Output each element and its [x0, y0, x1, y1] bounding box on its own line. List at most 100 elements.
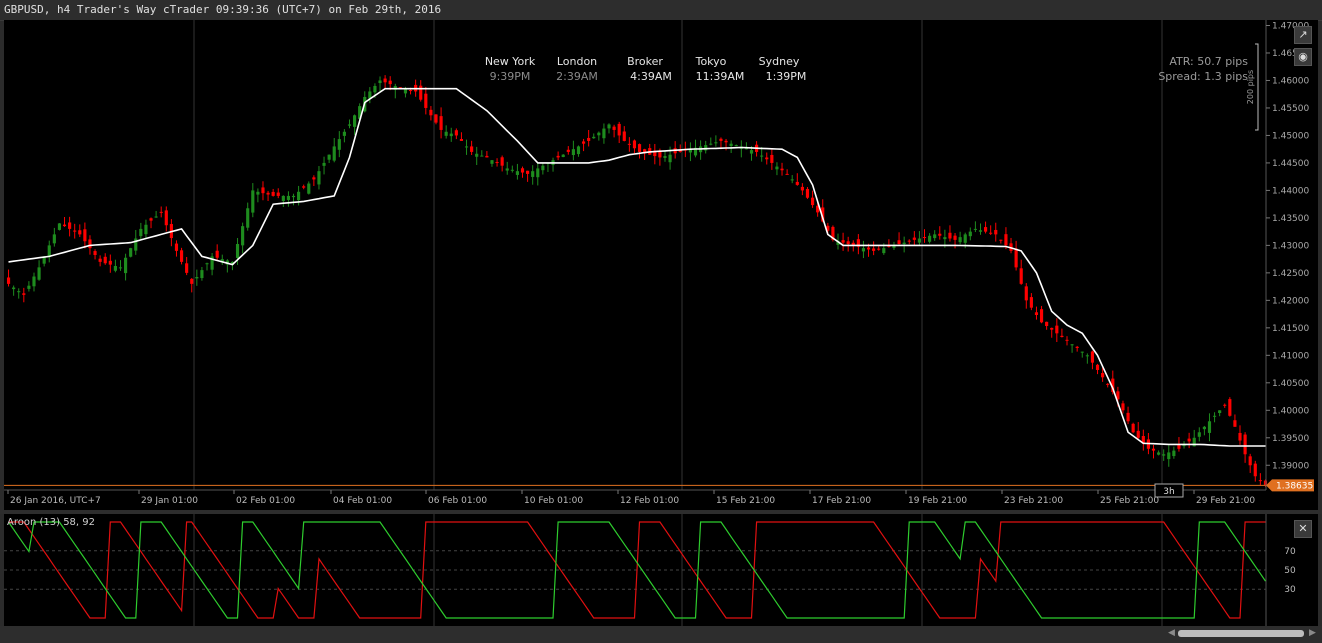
price-label: 1.45500 [1272, 104, 1309, 114]
candle-body [1253, 463, 1257, 477]
candle-body [938, 233, 942, 236]
scroll-right-icon[interactable]: ▶ [1309, 628, 1316, 638]
candle-body [800, 186, 804, 191]
candle [271, 188, 275, 197]
candle-body [1218, 410, 1222, 414]
candle-body [973, 228, 977, 230]
camera-icon[interactable]: ◉ [1294, 48, 1312, 66]
candle-body [337, 139, 341, 150]
candle-body [179, 250, 184, 262]
price-chart[interactable]: 1.470001.465001.460001.455001.450001.445… [4, 20, 1318, 510]
candle-body [866, 247, 871, 250]
candle-body [541, 165, 545, 171]
candle-body [581, 141, 586, 144]
candle-body [1101, 373, 1105, 378]
candle-body [709, 143, 713, 145]
candle [1131, 422, 1135, 434]
candle [93, 249, 97, 260]
candle-body [963, 234, 967, 243]
candle-body [1197, 432, 1201, 437]
candle-body [1045, 321, 1049, 327]
candle-body [846, 241, 850, 245]
candle [149, 217, 153, 229]
level-label: 50 [1284, 566, 1296, 576]
candle-body [928, 235, 932, 242]
candle [1024, 283, 1028, 309]
candle [709, 137, 713, 146]
candle [205, 262, 209, 271]
candle-body [419, 85, 423, 100]
candle-body [775, 166, 779, 170]
candle-body [663, 156, 667, 158]
candle [312, 175, 316, 186]
candle [1039, 305, 1044, 324]
candle-body [1228, 399, 1232, 416]
session-time: 11:39AM [696, 70, 745, 83]
candle-body [307, 183, 311, 194]
candle [648, 143, 652, 155]
candle [1055, 318, 1059, 343]
aroon-chart[interactable]: 70 50 30 Aroon (13) 58, 92 [4, 514, 1318, 626]
candle [470, 140, 474, 156]
candle-body [1151, 448, 1156, 451]
candle [770, 149, 774, 170]
indicator-panel[interactable]: 70 50 30 Aroon (13) 58, 92 ✕ [4, 514, 1318, 626]
candle [439, 107, 443, 139]
external-link-icon[interactable]: ↗ [1294, 26, 1312, 44]
candle [775, 162, 779, 176]
candle-body [587, 137, 591, 141]
candle-body [37, 267, 41, 280]
candle-body [1238, 432, 1242, 441]
candle-body [215, 250, 219, 258]
candle-body [877, 248, 881, 250]
candle-body [470, 146, 474, 152]
current-price-tag: 1.38635 [1266, 479, 1314, 492]
candle [276, 188, 280, 199]
close-icon[interactable]: ✕ [1294, 520, 1312, 538]
candle-body [317, 171, 321, 185]
candle [139, 222, 143, 241]
candle-body [989, 232, 993, 234]
candle [225, 259, 229, 273]
candle-body [6, 277, 11, 284]
candle [526, 170, 530, 182]
session-time: 4:39AM [630, 70, 672, 83]
candle [1065, 336, 1069, 346]
candle [429, 106, 433, 121]
candle-body [108, 260, 112, 265]
candle [602, 123, 606, 144]
time-label: 25 Feb 21:00 [1100, 496, 1159, 506]
candle [220, 254, 224, 265]
candle-body [556, 155, 560, 158]
main-chart-panel[interactable]: 1.47000 1.46500 1.46000 1.45500 1.45000 1.445… [4, 20, 1318, 510]
candle-body [632, 140, 637, 149]
candle [922, 229, 927, 243]
candle-body [1167, 452, 1171, 460]
candle-body [1126, 412, 1130, 422]
candle-body [668, 154, 672, 163]
candle [103, 253, 107, 265]
candle [510, 165, 514, 173]
candle [1014, 240, 1018, 271]
candle [327, 154, 331, 164]
candle [1187, 432, 1191, 449]
scroll-left-icon[interactable]: ◀ [1168, 628, 1175, 638]
candle-body [342, 131, 346, 136]
candles [6, 75, 1268, 488]
candle-body [933, 234, 937, 239]
candle-body [1034, 312, 1039, 316]
candle-body [1136, 430, 1140, 438]
candle [581, 138, 586, 152]
candle-body [1095, 364, 1100, 370]
price-label: 1.43500 [1272, 214, 1309, 224]
candle-body [1202, 426, 1206, 430]
candle-body [1258, 480, 1262, 482]
candle [1248, 453, 1252, 473]
price-label: 1.41500 [1272, 324, 1309, 334]
horizontal-scrollbar[interactable] [1178, 630, 1304, 637]
candle [480, 150, 484, 157]
candle [541, 163, 545, 175]
candle [1228, 397, 1232, 417]
candle-body [1162, 454, 1166, 456]
candle [617, 121, 621, 144]
